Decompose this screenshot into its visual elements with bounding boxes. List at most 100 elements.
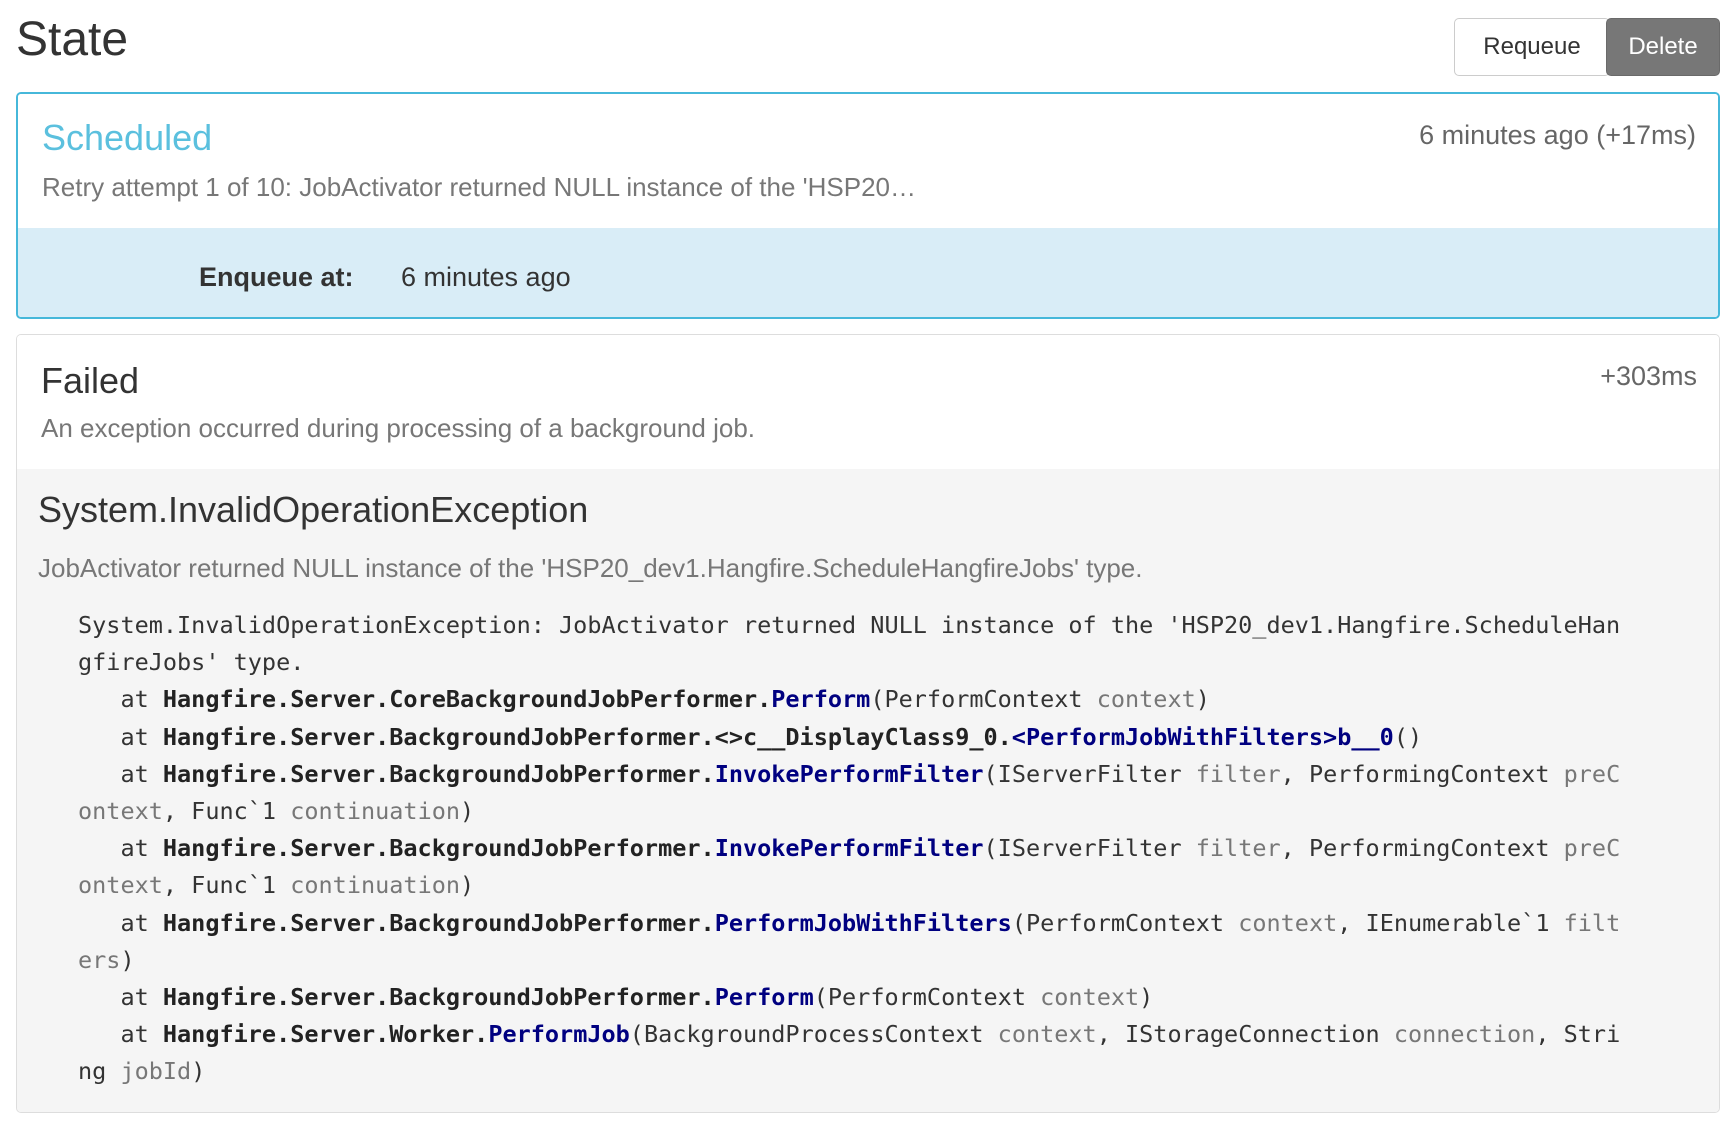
state-name: Failed <box>41 360 140 401</box>
frame-dot: . <box>700 908 715 937</box>
frame-paren: ) <box>1139 983 1154 1012</box>
enqueue-at-label: Enqueue at: <box>199 262 354 292</box>
stack-line: gfireJobs' type. <box>78 648 305 677</box>
frame-paren: ( <box>1393 722 1408 751</box>
frame-dot: . <box>700 759 715 788</box>
frame-paren: ( <box>1011 908 1026 937</box>
stack-frame: at Hangfire.Server.BackgroundJobPerforme… <box>78 830 1658 867</box>
frame-arg-name: connection <box>1393 1020 1536 1049</box>
frame-separator: , <box>1280 834 1309 863</box>
frame-paren: ( <box>983 834 998 863</box>
wrap-segment: ers <box>78 945 121 974</box>
frame-space <box>1380 1020 1394 1048</box>
frame-type: Hangfire.Server.Worker <box>162 1020 475 1049</box>
wrap-segment: ) <box>460 797 475 826</box>
wrap-segment: ) <box>191 1057 206 1086</box>
stack-trace[interactable]: System.InvalidOperationException: JobAct… <box>78 607 1658 1091</box>
frame-at: at <box>78 1020 163 1049</box>
state-reason: An exception occurred during processing … <box>41 413 755 443</box>
wrap-segment: continuation <box>290 871 461 900</box>
wrap-segment: ) <box>120 945 135 974</box>
frame-space <box>1182 834 1196 862</box>
stack-frame: at Hangfire.Server.CoreBackgroundJobPerf… <box>78 681 1658 718</box>
frame-at: at <box>78 722 163 751</box>
frame-space <box>1083 685 1097 713</box>
frame-method: InvokePerformFilter <box>714 834 984 863</box>
frame-separator: , <box>1096 1020 1126 1049</box>
frame-arg-name: filt <box>1563 908 1621 937</box>
frame-arg-name: context <box>1238 908 1338 937</box>
stack-frame: at Hangfire.Server.BackgroundJobPerforme… <box>78 756 1658 793</box>
stack-frame-wrap: ontext, Func`1 continuation) <box>78 793 1658 830</box>
state-timestamp: +303ms <box>1600 361 1697 391</box>
frame-dot: . <box>700 983 715 1012</box>
frame-arg-type: IServerFilter <box>997 834 1182 863</box>
frame-separator: , <box>1535 1020 1564 1049</box>
frame-paren: ( <box>629 1020 644 1049</box>
frame-at: at <box>78 983 163 1012</box>
frame-arg-name: context <box>1096 685 1196 714</box>
frame-separator: , <box>1280 759 1309 788</box>
frame-at: at <box>78 908 163 937</box>
frame-space <box>1549 760 1563 788</box>
frame-paren: ) <box>1407 722 1423 751</box>
stack-frame: at Hangfire.Server.BackgroundJobPerforme… <box>78 979 1658 1016</box>
frame-space <box>1026 983 1040 1011</box>
state-card-header: Failed +303ms An exception occurred duri… <box>17 335 1719 469</box>
frame-dot: . <box>997 722 1012 751</box>
frame-arg-type: Stri <box>1563 1020 1621 1049</box>
frame-arg-name: filter <box>1195 834 1281 863</box>
wrap-segment: jobId <box>120 1057 192 1086</box>
page-title: State <box>16 13 129 66</box>
wrap-segment: continuation <box>290 797 461 826</box>
frame-method: PerformJobWithFilters <box>714 908 1012 937</box>
stack-frame-wrap: ontext, Func`1 continuation) <box>78 867 1658 904</box>
frame-type: Hangfire.Server.BackgroundJobPerformer <box>162 983 701 1012</box>
frame-arg-type: IEnumerable`1 <box>1365 908 1550 937</box>
stack-frame: at Hangfire.Server.BackgroundJobPerforme… <box>78 719 1658 756</box>
frame-arg-type: PerformContext <box>827 983 1026 1012</box>
delete-button[interactable]: Delete <box>1606 18 1720 76</box>
job-state-page: State Requeue Delete Scheduled 6 minutes… <box>16 0 1720 1113</box>
state-timestamp: 6 minutes ago (+17ms) <box>1419 120 1696 150</box>
frame-method: InvokePerformFilter <box>714 759 984 788</box>
stack-frame-wrap: ng jobId) <box>78 1053 1658 1090</box>
frame-arg-name: preC <box>1563 759 1621 788</box>
frame-space <box>1182 760 1196 788</box>
frame-arg-type: PerformingContext <box>1308 759 1550 788</box>
frame-at: at <box>78 834 163 863</box>
requeue-button[interactable]: Requeue <box>1454 18 1610 76</box>
state-card-scheduled: Scheduled 6 minutes ago (+17ms) Retry at… <box>16 92 1720 319</box>
stack-frame: at Hangfire.Server.Worker.PerformJob(Bac… <box>78 1016 1658 1053</box>
frame-type: Hangfire.Server.BackgroundJobPerformer.<… <box>162 722 998 751</box>
state-card-body: Enqueue at: 6 minutes ago <box>18 228 1718 317</box>
stack-frame-wrap: ers) <box>78 942 1658 979</box>
frame-method: Perform <box>771 685 871 714</box>
state-name: Scheduled <box>42 117 213 158</box>
frame-space <box>1549 909 1563 937</box>
frame-at: at <box>78 759 163 788</box>
frame-paren: ( <box>813 983 828 1012</box>
state-reason: Retry attempt 1 of 10: JobActivator retu… <box>42 172 916 202</box>
frame-dot: . <box>474 1020 489 1049</box>
frame-arg-type: IServerFilter <box>997 759 1182 788</box>
wrap-segment: , Func`1 <box>162 797 291 826</box>
frame-arg-type: IStorageConnection <box>1125 1020 1380 1049</box>
exception-details: System.InvalidOperationException JobActi… <box>17 469 1719 1112</box>
frame-method: Perform <box>714 983 814 1012</box>
state-card-header: Scheduled 6 minutes ago (+17ms) Retry at… <box>18 94 1718 228</box>
wrap-segment: ontext <box>78 871 163 900</box>
frame-space <box>1549 834 1563 862</box>
frame-arg-name: preC <box>1563 834 1621 863</box>
wrap-segment: ontext <box>78 797 163 826</box>
frame-arg-type: BackgroundProcessContext <box>643 1020 984 1049</box>
frame-space <box>984 1020 998 1048</box>
exception-type: System.InvalidOperationException <box>38 489 589 530</box>
frame-paren: ) <box>1195 685 1210 714</box>
frame-arg-name: filter <box>1195 759 1281 788</box>
frame-method: PerformJob <box>488 1020 630 1049</box>
frame-type: Hangfire.Server.BackgroundJobPerformer <box>162 759 701 788</box>
frame-type: Hangfire.Server.CoreBackgroundJobPerform… <box>162 685 758 714</box>
exception-message: JobActivator returned NULL instance of t… <box>38 553 1143 583</box>
frame-dot: . <box>757 685 772 714</box>
